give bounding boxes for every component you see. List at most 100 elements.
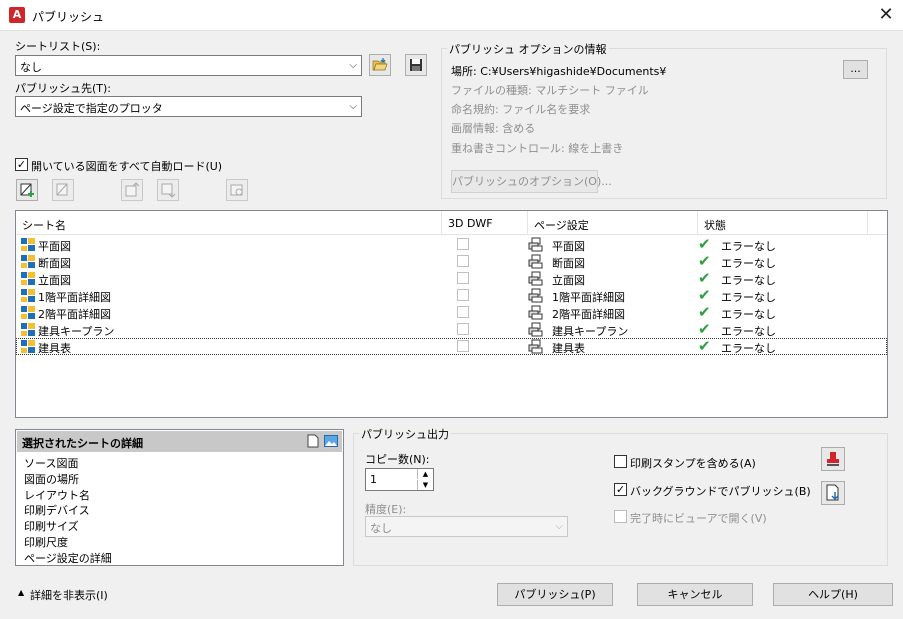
caret-up-icon[interactable]: ▲	[18, 588, 24, 597]
column-divider[interactable]	[527, 211, 528, 235]
output-location: 場所: C:¥Users¥higashide¥Documents¥	[451, 65, 667, 78]
increment-arrow-icon[interactable]: ▲	[417, 469, 433, 479]
merge-control-info: 重ね書きコントロール: 線を上書き	[451, 142, 624, 155]
column-3d-dwf[interactable]: 3D DWF	[448, 217, 493, 230]
selected-sheet-details-panel: 選択されたシートの詳細 ソース図面 図面の場所 レイアウト名 印刷デバイス 印刷サイズ印…	[15, 429, 344, 566]
detail-item: ページ設定の詳細	[24, 551, 112, 565]
publish-output-group	[353, 433, 888, 566]
table-row[interactable]: 立面図 立面図 ✔ エラーなし	[16, 270, 887, 287]
dwf3d-checkbox[interactable]	[457, 289, 469, 301]
page-setup-cell[interactable]: 2階平面詳細図	[552, 306, 625, 322]
status-cell: エラーなし	[721, 342, 776, 355]
copies-value[interactable]: 1	[370, 473, 377, 486]
dwf3d-checkbox[interactable]	[457, 238, 469, 250]
detail-item: 印刷尺度	[24, 536, 68, 549]
save-sheet-list-button[interactable]	[405, 54, 427, 76]
decrement-arrow-icon[interactable]: ▼	[417, 480, 433, 490]
sheet-name-cell: 建具表	[38, 342, 71, 355]
close-button[interactable]: ✕	[872, 3, 900, 27]
dwf3d-checkbox[interactable]	[457, 306, 469, 318]
table-header: シート名 3D DWF ページ設定 状態	[16, 211, 887, 235]
table-row[interactable]: 平面図 平面図 ✔ エラーなし	[16, 236, 887, 253]
publish-button[interactable]: パブリッシュ(P)	[497, 583, 613, 606]
remove-sheets-button[interactable]	[52, 179, 74, 201]
sheet-list-label: シートリスト(S):	[15, 40, 101, 53]
status-cell: エラーなし	[721, 240, 776, 253]
page-setup-cell[interactable]: 立面図	[552, 272, 585, 288]
naming-info: 命名規約: ファイル名を要求	[451, 103, 591, 116]
publish-options-button[interactable]: パブリッシュのオプション(O)...	[451, 170, 612, 193]
load-sheet-list-button[interactable]	[369, 54, 391, 76]
sheet-icon	[21, 306, 35, 319]
hide-details-toggle[interactable]: 詳細を非表示(I)	[30, 587, 108, 603]
sheet-list-select[interactable]: なし ⌵	[15, 55, 362, 76]
checkmark-icon: ✔	[698, 235, 711, 253]
table-row[interactable]: 建具キープラン 建具キープラン ✔ エラーなし	[16, 321, 887, 338]
table-row[interactable]: 建具表 建具表 ✔ エラーなし	[16, 338, 887, 355]
column-divider[interactable]	[441, 211, 442, 235]
column-sheet-name[interactable]: シート名	[22, 217, 66, 233]
precision-select[interactable]: なし ⌵	[365, 516, 568, 537]
image-preview-icon[interactable]	[324, 435, 338, 450]
publish-output-title: パブリッシュ出力	[359, 426, 451, 442]
dwf3d-checkbox[interactable]	[457, 272, 469, 284]
column-divider[interactable]	[697, 211, 698, 235]
page-setup-icon	[528, 339, 543, 354]
move-sheet-down-button[interactable]	[157, 179, 179, 201]
dwf3d-checkbox[interactable]	[457, 340, 469, 352]
page-setup-icon	[528, 254, 543, 269]
status-cell: エラーなし	[721, 291, 776, 304]
page-setup-cell[interactable]: 建具表	[552, 340, 585, 356]
dwf3d-checkbox[interactable]	[457, 255, 469, 267]
checkmark-icon: ✔	[698, 320, 711, 338]
checkmark-icon: ✔	[698, 269, 711, 287]
detail-item: 印刷サイズ	[24, 520, 79, 534]
table-row[interactable]: 1階平面詳細図 1階平面詳細図 ✔ エラーなし	[16, 287, 887, 304]
move-up-icon	[125, 182, 140, 197]
chevron-down-icon: ⌵	[349, 101, 357, 112]
include-plot-stamp-checkbox[interactable]	[614, 455, 627, 468]
copies-stepper[interactable]: 1 ▲ ▼	[365, 468, 434, 491]
sheet-name-cell: 建具キープラン	[38, 325, 115, 338]
plot-stamp-settings-button[interactable]	[821, 447, 845, 471]
column-page-setup[interactable]: ページ設定	[534, 217, 589, 233]
add-sheet-icon	[20, 183, 34, 197]
page-setup-icon	[528, 271, 543, 286]
sheet-icon	[21, 323, 35, 336]
background-publish-checkbox[interactable]: ✓	[614, 483, 627, 496]
preview-icon	[230, 184, 243, 196]
open-in-viewer-checkbox[interactable]	[614, 510, 627, 523]
page-setup-cell[interactable]: 断面図	[552, 255, 585, 271]
column-status[interactable]: 状態	[704, 217, 726, 233]
sheet-icon	[21, 340, 35, 353]
add-sheets-button[interactable]	[16, 179, 38, 201]
page-setup-icon	[528, 288, 543, 303]
autoload-checkbox[interactable]: ✓	[15, 158, 28, 171]
table-row[interactable]: 2階平面詳細図 2階平面詳細図 ✔ エラーなし	[16, 304, 887, 321]
publish-to-select[interactable]: ページ設定で指定のプロッタ ⌵	[15, 96, 362, 117]
cancel-button[interactable]: キャンセル	[637, 583, 753, 606]
sheet-icon	[21, 238, 35, 251]
move-sheet-up-button[interactable]	[121, 179, 143, 201]
column-divider[interactable]	[867, 211, 868, 235]
publish-to-label: パブリッシュ先(T):	[15, 82, 112, 95]
page-setup-cell[interactable]: 建具キープラン	[552, 323, 628, 339]
preview-button[interactable]	[226, 179, 248, 201]
stamp-icon	[827, 452, 839, 466]
sheet-list-table[interactable]: シート名 3D DWF ページ設定 状態 平面図 平面図 ✔ エラーなし 断面図 断面図 ✔…	[15, 210, 888, 418]
page-setup-cell[interactable]: 平面図	[552, 238, 585, 254]
page-icon[interactable]	[307, 434, 319, 451]
sheet-icon	[21, 272, 35, 285]
sheet-list-value: なし	[20, 61, 42, 74]
detail-item: 図面の場所	[24, 472, 79, 486]
export-publish-details-button[interactable]	[821, 481, 845, 505]
table-row[interactable]: 断面図 断面図 ✔ エラーなし	[16, 253, 887, 270]
status-cell: エラーなし	[721, 274, 776, 287]
browse-location-button[interactable]: ...	[843, 60, 868, 79]
page-setup-cell[interactable]: 1階平面詳細図	[552, 289, 625, 305]
help-button[interactable]: ヘルプ(H)	[773, 583, 893, 606]
dwf3d-checkbox[interactable]	[457, 323, 469, 335]
sheet-name-cell: 2階平面詳細図	[38, 308, 111, 321]
status-cell: エラーなし	[721, 308, 776, 321]
detail-item: 印刷デバイス	[24, 504, 90, 518]
